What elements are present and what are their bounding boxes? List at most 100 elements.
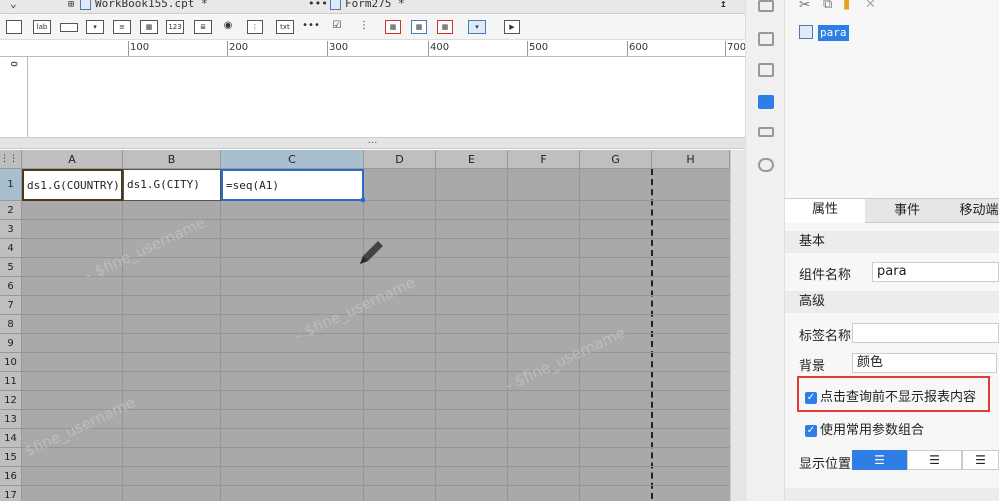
link-icon[interactable] [758, 158, 774, 172]
row-header[interactable]: 17 [0, 486, 22, 501]
widget-tree-item-para[interactable]: para [818, 25, 849, 41]
row-header[interactable]: 5 [0, 258, 22, 277]
time-widget-icon[interactable]: ▦ [437, 20, 453, 34]
row-header[interactable]: 11 [0, 372, 22, 391]
tab-form[interactable]: Form275 * [330, 0, 405, 13]
table-tree-widget-icon[interactable]: ▦ [411, 20, 427, 34]
cell-a1[interactable]: ds1.G(COUNTRY) [22, 169, 123, 201]
column-header-f[interactable]: F [508, 150, 580, 169]
tab-properties[interactable]: 属性 [785, 199, 865, 223]
row-header[interactable]: 8 [0, 315, 22, 334]
section-advanced[interactable]: 高级 [785, 291, 999, 313]
column-header-e[interactable]: E [436, 150, 508, 169]
query-button-widget-icon[interactable]: ▾ [468, 20, 486, 34]
date-widget-icon[interactable]: ▦ [140, 20, 158, 34]
row-header[interactable]: 2 [0, 201, 22, 220]
checkbox-widget-icon[interactable]: ☑ [330, 20, 344, 34]
section-basic[interactable]: 基本 [785, 231, 999, 253]
property-panel: ✂ ⧉ ▮ ✕ para 属性 事件 移动端 基本 组件名称 para 高级 标… [785, 0, 999, 501]
number-widget-icon[interactable]: 123 [166, 20, 184, 34]
row-header[interactable]: 4 [0, 239, 22, 258]
row-header[interactable]: 10 [0, 353, 22, 372]
button-widget-icon[interactable] [60, 23, 78, 32]
section-next[interactable] [785, 488, 999, 501]
widget-name-input[interactable]: para [872, 262, 999, 282]
ruler-tick [428, 41, 429, 56]
align-left-button[interactable]: ☰ [852, 450, 907, 470]
ruler-tick [627, 41, 628, 56]
more-widgets-icon[interactable]: ▶ [504, 20, 520, 34]
date-range-widget-icon[interactable]: ▦ [385, 20, 401, 34]
report-grid[interactable]: ⋮⋮⋮ A B C D E F G H 1 2 3 4 5 6 7 8 9 10… [0, 150, 730, 501]
horizontal-ruler: 100 200 300 400 500 600 700 [0, 41, 746, 57]
grid-line [22, 371, 730, 372]
list-widget-icon[interactable]: ≡ [113, 20, 131, 34]
tag-name-input[interactable] [852, 323, 999, 343]
layout-icon[interactable] [758, 0, 774, 12]
more-icon[interactable]: ••• [308, 0, 328, 13]
text-box-widget-icon[interactable] [6, 20, 22, 34]
row-header[interactable]: 16 [0, 467, 22, 486]
pin-icon[interactable]: ↥ [720, 0, 727, 13]
cut-icon[interactable]: ✂ [799, 0, 811, 13]
ruler-tick-label: 500 [529, 42, 549, 53]
column-header-h[interactable]: H [652, 150, 730, 169]
ruler-tick-label: 600 [629, 42, 649, 53]
use-common-params-option[interactable]: ✓ 使用常用参数组合 [805, 419, 924, 438]
vertical-scrollbar[interactable] [730, 150, 745, 501]
row-header[interactable]: 7 [0, 296, 22, 315]
cell-c1-selected[interactable]: =seq(A1) [221, 169, 364, 201]
background-label: 背景 [799, 359, 826, 374]
column-header-d[interactable]: D [364, 150, 436, 169]
grid-line [22, 485, 730, 486]
paste-icon[interactable]: ▮ [843, 0, 850, 12]
row-header[interactable]: 3 [0, 220, 22, 239]
text-widget-icon[interactable]: txt [276, 20, 294, 34]
align-center-button[interactable]: ☰ [907, 450, 962, 470]
column-header-a[interactable]: A [22, 150, 123, 169]
copy-icon[interactable]: ⧉ [823, 0, 832, 12]
align-right-button[interactable]: ☰ [962, 450, 999, 470]
hide-before-query-option[interactable]: ✓ 点击查询前不显示报表内容 [805, 386, 976, 405]
ruler-tick-label: 100 [130, 42, 150, 53]
column-header-b[interactable]: B [123, 150, 221, 169]
password-widget-icon[interactable]: ••• [302, 20, 320, 34]
checkbox-checked-icon[interactable]: ✓ [805, 424, 817, 437]
row-header[interactable]: 9 [0, 334, 22, 353]
dropdown-icon[interactable]: ⌄ [10, 0, 17, 13]
ruler-tick [128, 41, 129, 56]
background-select[interactable]: 颜色 [852, 353, 997, 373]
frame-icon[interactable] [758, 63, 774, 77]
checkbox-group-widget-icon[interactable]: ⋮ [356, 20, 372, 34]
cell-b1[interactable]: ds1.G(CITY) [123, 169, 221, 201]
form-canvas[interactable] [28, 57, 745, 137]
select-all-corner[interactable]: ⋮⋮⋮ [0, 150, 27, 169]
checkbox-checked-icon[interactable]: ✓ [805, 391, 817, 404]
tab-workbook[interactable]: ⊞ WorkBook155.cpt * [68, 0, 208, 13]
row-header[interactable]: 13 [0, 410, 22, 429]
chart-icon[interactable] [758, 32, 774, 46]
textarea-widget-icon[interactable]: ≣ [194, 20, 212, 34]
tab-layout-icon[interactable] [758, 127, 774, 137]
row-header[interactable]: 1 [0, 169, 22, 201]
row-header[interactable]: 12 [0, 391, 22, 410]
parameter-panel-icon[interactable] [758, 95, 774, 109]
ruler-tick-label: 300 [329, 42, 349, 53]
delete-icon[interactable]: ✕ [865, 0, 876, 12]
dropdown-widget-icon[interactable]: ▾ [86, 20, 104, 34]
label-widget-icon[interactable]: lab [33, 20, 51, 34]
tree-widget-icon[interactable]: ⋮ [247, 20, 263, 34]
column-header-c[interactable]: C [221, 150, 364, 169]
ruler-tick-label: 0 [7, 61, 18, 67]
column-header-g[interactable]: G [580, 150, 652, 169]
radio-group-widget-icon[interactable]: ◉ [221, 20, 235, 34]
grid-line [22, 352, 730, 353]
vertical-ruler: 0 [0, 57, 28, 137]
widget-toolbar: lab ▾ ≡ ▦ 123 ≣ ◉ ⋮ txt ••• ☑ ⋮ ▦ ▦ ▦ ▾ … [0, 14, 745, 40]
watermark-text: - $fine_username [502, 323, 629, 395]
fill-handle[interactable] [361, 198, 365, 202]
tab-mobile[interactable]: 移动端 [949, 200, 999, 222]
pane-splitter[interactable]: ... [0, 136, 745, 149]
tab-events[interactable]: 事件 [867, 200, 947, 222]
row-header[interactable]: 6 [0, 277, 22, 296]
